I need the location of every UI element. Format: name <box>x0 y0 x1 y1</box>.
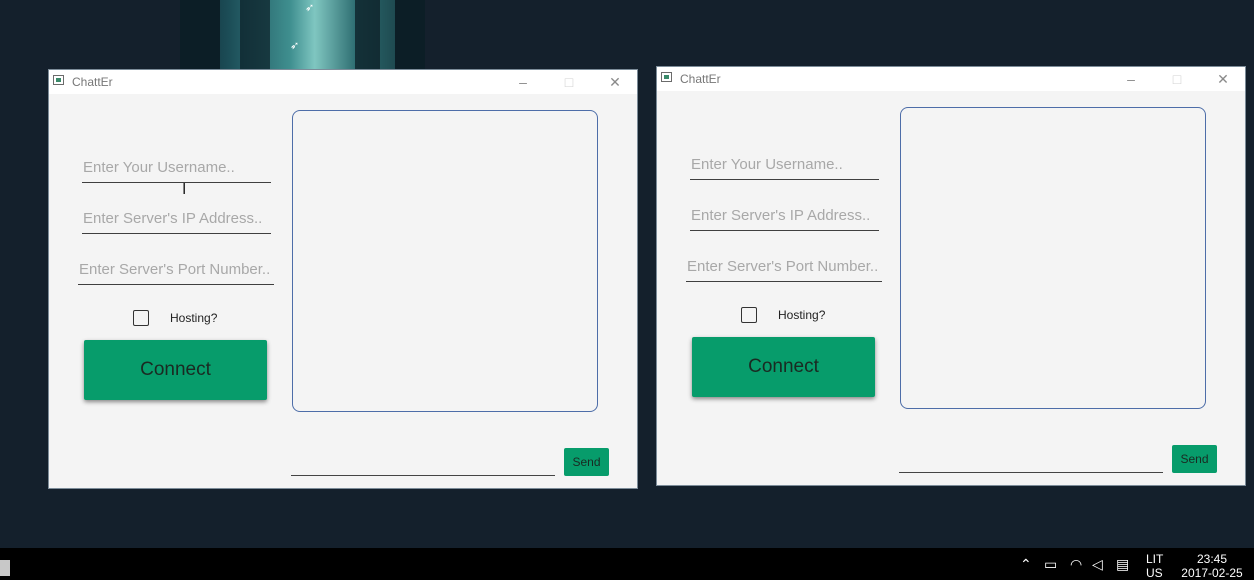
window-title: ChattEr <box>72 75 113 89</box>
title-bar[interactable]: ChattEr – □ ✕ <box>657 67 1245 91</box>
server-ip-input[interactable] <box>82 204 271 234</box>
language-indicator[interactable]: LIT US <box>1146 552 1163 580</box>
volume-icon[interactable]: ◁ <box>1092 557 1103 571</box>
server-port-input[interactable] <box>78 255 274 285</box>
chat-window-1[interactable]: ChattEr – □ ✕ I Hosting? Connect Send <box>48 69 638 489</box>
close-icon[interactable]: ✕ <box>607 74 623 90</box>
send-button[interactable]: Send <box>564 448 609 476</box>
bird-icon: ➶ <box>290 39 300 52</box>
taskbar-app-icon[interactable] <box>0 560 10 576</box>
bird-icon: ➶ <box>305 1 315 14</box>
maximize-icon[interactable]: □ <box>1169 71 1185 87</box>
clock-time: 23:45 <box>1196 552 1228 566</box>
hosting-label: Hosting? <box>778 308 826 322</box>
chat-window-2[interactable]: ChattEr – □ ✕ Hosting? Connect Send <box>656 66 1246 486</box>
hosting-checkbox[interactable] <box>741 307 757 323</box>
chat-display-area[interactable] <box>900 107 1206 409</box>
server-port-input[interactable] <box>686 252 882 282</box>
title-bar[interactable]: ChattEr – □ ✕ <box>49 70 637 94</box>
language-code: LIT <box>1146 552 1164 566</box>
text-cursor-icon: I <box>182 180 187 198</box>
wifi-icon[interactable]: ◠ <box>1070 557 1082 571</box>
minimize-icon[interactable]: – <box>515 74 531 90</box>
maximize-icon[interactable]: □ <box>561 74 577 90</box>
minimize-icon[interactable]: – <box>1123 71 1139 87</box>
wallpaper-building <box>355 0 380 70</box>
wallpaper-image: ➶ ➶ <box>180 0 425 70</box>
chat-display-area[interactable] <box>292 110 598 412</box>
close-icon[interactable]: ✕ <box>1215 71 1231 87</box>
keyboard-layout: US <box>1146 566 1163 580</box>
app-icon <box>53 75 64 85</box>
clock[interactable]: 23:45 2017-02-25 <box>1180 552 1244 580</box>
clock-date: 2017-02-25 <box>1181 566 1243 580</box>
window-title: ChattEr <box>680 72 721 86</box>
wallpaper-building <box>240 0 270 70</box>
server-ip-input[interactable] <box>690 201 879 231</box>
hosting-checkbox[interactable] <box>133 310 149 326</box>
app-icon <box>661 72 672 82</box>
hosting-label: Hosting? <box>170 311 218 325</box>
message-input[interactable] <box>291 452 555 476</box>
message-input[interactable] <box>899 449 1163 473</box>
username-input[interactable] <box>82 153 271 183</box>
taskbar: ⌃ ▭ ◠ ◁ ▤ LIT US 23:45 2017-02-25 <box>0 548 1254 580</box>
connect-button[interactable]: Connect <box>692 337 875 397</box>
username-input[interactable] <box>690 150 879 180</box>
chevron-up-icon[interactable]: ⌃ <box>1020 557 1032 571</box>
notification-icon[interactable]: ▤ <box>1116 557 1129 571</box>
send-button[interactable]: Send <box>1172 445 1217 473</box>
connect-button[interactable]: Connect <box>84 340 267 400</box>
battery-icon[interactable]: ▭ <box>1044 557 1057 571</box>
wallpaper-building <box>395 0 425 70</box>
wallpaper-building <box>180 0 220 70</box>
